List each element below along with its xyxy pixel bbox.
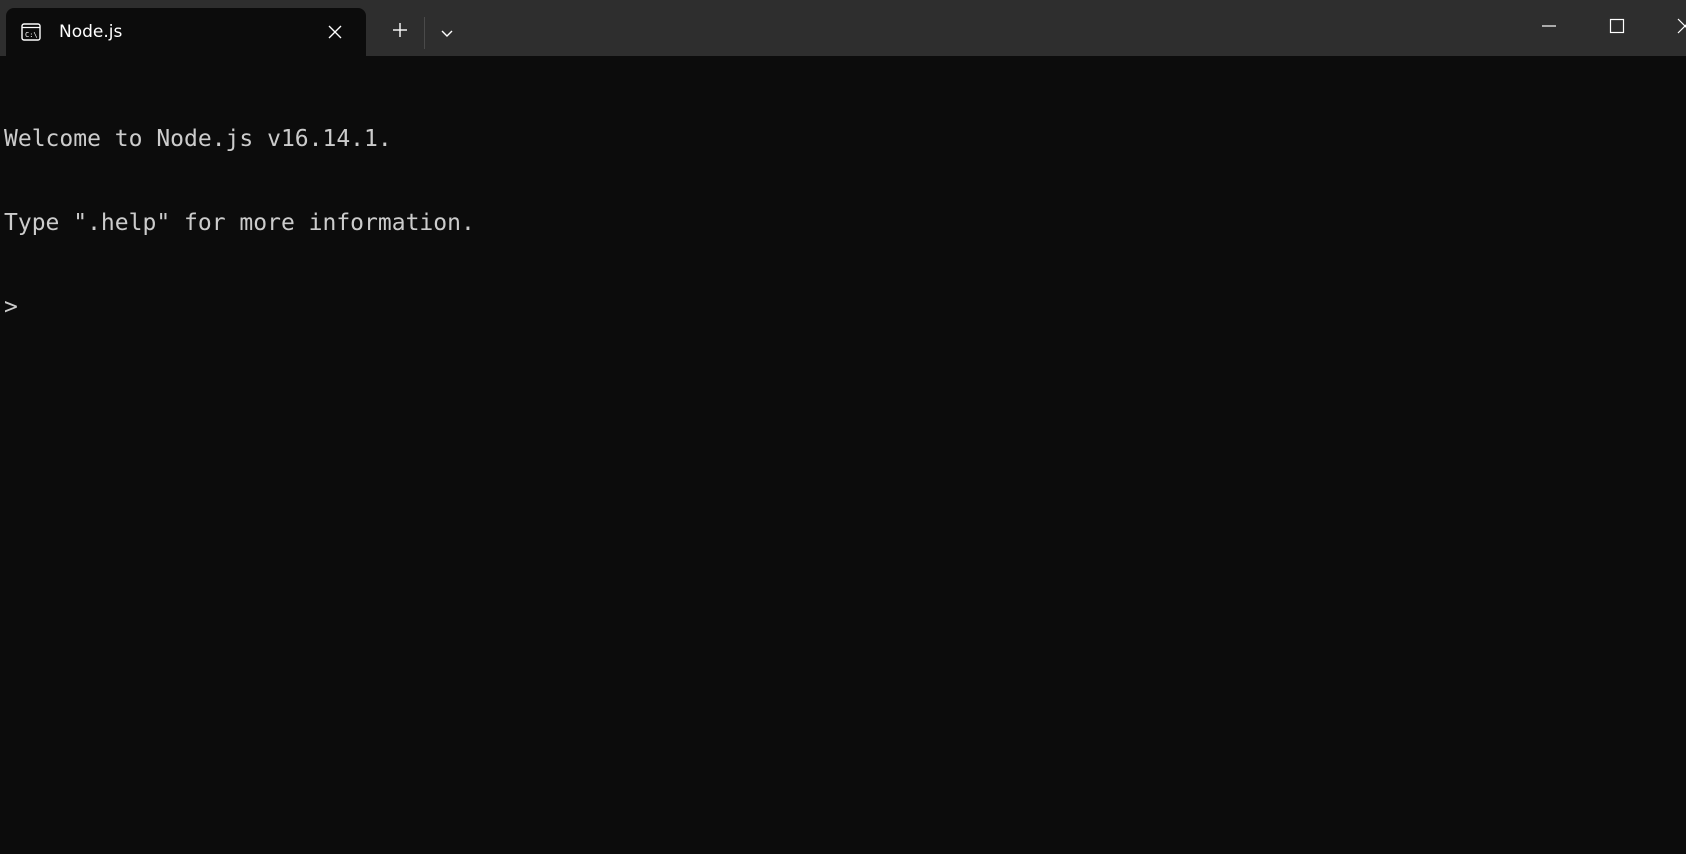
terminal-prompt[interactable]: > xyxy=(4,293,1686,321)
new-tab-button[interactable] xyxy=(382,14,418,50)
tab-divider xyxy=(424,17,425,49)
tab-nodejs[interactable]: C:\ Node.js xyxy=(6,8,366,56)
tab-title: Node.js xyxy=(59,22,123,42)
maximize-icon xyxy=(1609,18,1625,38)
title-bar: C:\ Node.js xyxy=(0,0,1686,56)
minimize-button[interactable] xyxy=(1515,0,1583,56)
terminal-line-help: Type ".help" for more information. xyxy=(4,210,475,236)
chevron-down-icon xyxy=(440,23,454,42)
maximize-button[interactable] xyxy=(1583,0,1651,56)
terminal-output[interactable]: Welcome to Node.js v16.14.1. Type ".help… xyxy=(0,56,1686,854)
close-icon xyxy=(1677,18,1686,38)
svg-text:C:\: C:\ xyxy=(25,31,38,39)
close-window-button[interactable] xyxy=(1651,0,1686,56)
terminal-line-welcome: Welcome to Node.js v16.14.1. xyxy=(4,126,392,152)
tab-dropdown-button[interactable] xyxy=(429,14,465,50)
minimize-icon xyxy=(1541,18,1557,38)
command-prompt-icon: C:\ xyxy=(21,23,41,41)
plus-icon xyxy=(392,22,408,42)
tab-close-icon[interactable] xyxy=(325,22,345,42)
